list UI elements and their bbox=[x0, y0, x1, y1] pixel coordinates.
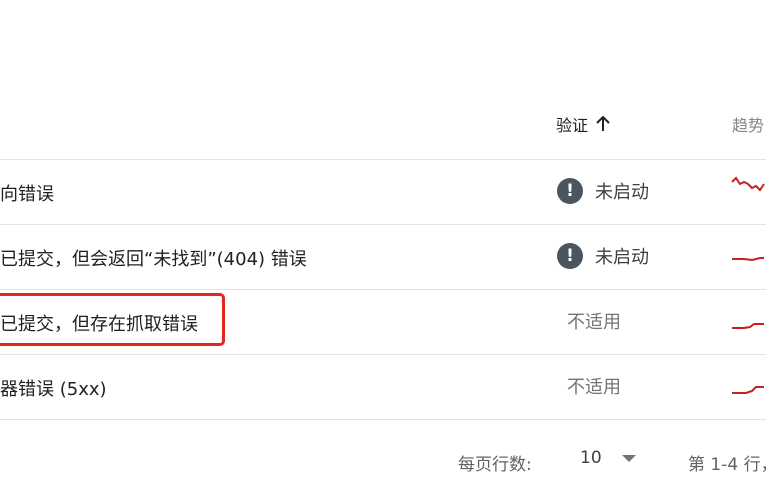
rows-per-page-label: 每页行数: bbox=[458, 455, 532, 475]
issue-label: 已提交，但会返回“未找到”(404) 错误 bbox=[0, 249, 307, 270]
pagination-footer: 每页行数: 10 第 1-4 行， bbox=[0, 420, 766, 496]
status-label: 未启动 bbox=[595, 247, 649, 268]
verify-header-label: 验证 bbox=[556, 116, 589, 135]
pagination-range: 第 1-4 行， bbox=[688, 455, 766, 475]
rows-per-page-select[interactable]: 10 bbox=[580, 448, 636, 468]
trend-sparkline bbox=[732, 257, 764, 262]
warning-icon: ! bbox=[557, 178, 583, 204]
status-label: 不适用 bbox=[567, 377, 621, 398]
verify-column-header[interactable]: 验证 bbox=[556, 112, 610, 136]
trend-sparkline bbox=[732, 386, 764, 394]
table-row[interactable]: 已提交，但会返回“未找到”(404) 错误 ! 未启动 bbox=[0, 225, 766, 290]
dropdown-caret-icon bbox=[621, 454, 636, 462]
trend-sparkline bbox=[731, 176, 765, 192]
status-label: 未启动 bbox=[595, 182, 649, 203]
table-row[interactable]: 向错误 ! 未启动 bbox=[0, 160, 766, 225]
validation-status: 不适用 bbox=[567, 373, 621, 399]
validation-status: ! 未启动 bbox=[557, 243, 649, 269]
issue-label: 器错误 (5xx) bbox=[0, 379, 107, 400]
status-label: 不适用 bbox=[567, 312, 621, 333]
table-header-row: 验证 趋势 bbox=[0, 96, 766, 160]
validation-status: ! 未启动 bbox=[557, 178, 649, 204]
validation-status: 不适用 bbox=[567, 308, 621, 334]
trend-column-header: 趋势 bbox=[732, 116, 765, 135]
issue-label: 向错误 bbox=[0, 184, 54, 205]
table-row[interactable]: 器错误 (5xx) 不适用 bbox=[0, 355, 766, 420]
arrow-up-icon bbox=[596, 116, 610, 131]
rows-per-page-value: 10 bbox=[580, 448, 602, 468]
trend-sparkline bbox=[732, 323, 764, 329]
warning-icon: ! bbox=[557, 243, 583, 269]
highlight-box bbox=[0, 293, 225, 346]
